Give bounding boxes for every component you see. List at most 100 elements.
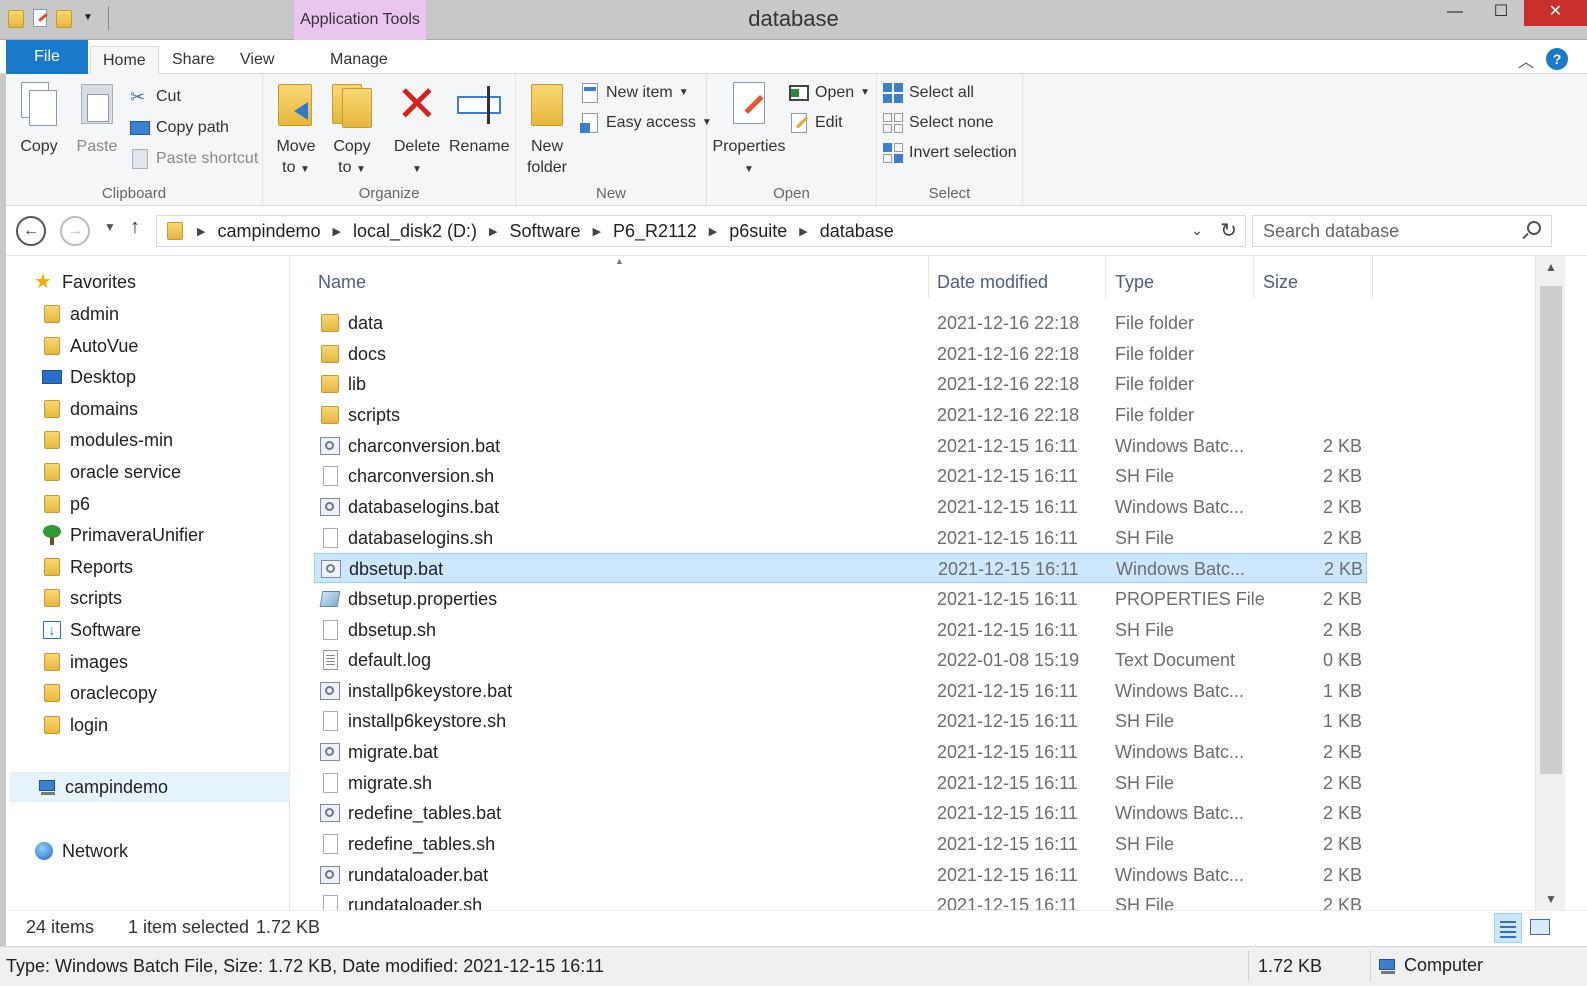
column-divider[interactable] (1253, 256, 1254, 298)
tab-view[interactable]: View (228, 46, 286, 74)
breadcrumb[interactable]: ▶ campindemo ▶ local_disk2 (D:) ▶ Software ▶ P… (156, 215, 1246, 247)
table-row[interactable]: rundataloader.sh 2021-12-15 16:11 SH File 2… (314, 890, 1367, 910)
tab-manage[interactable]: Manage (318, 46, 400, 74)
nav-network[interactable]: Network (34, 836, 128, 866)
chevron-right-icon[interactable]: ▶ (197, 225, 205, 238)
select-all-button[interactable]: Select all (883, 80, 974, 106)
table-row[interactable]: dbsetup.sh 2021-12-15 16:11 SH File 2 KB (314, 615, 1367, 645)
nav-item[interactable]: Reports (42, 552, 133, 582)
search-input[interactable]: Search database (1252, 215, 1552, 247)
tab-share[interactable]: Share (160, 46, 227, 74)
close-button[interactable]: ✕ (1524, 0, 1587, 26)
back-button[interactable]: ← (16, 216, 46, 246)
column-header-date[interactable]: Date modified (937, 266, 1048, 298)
up-button[interactable]: ↑ (130, 216, 140, 239)
easy-access-button[interactable]: Easy access ▼ (580, 110, 712, 136)
nav-item[interactable]: images (42, 647, 128, 677)
copy-path-button[interactable]: Copy path (130, 115, 229, 141)
table-row[interactable]: dbsetup.properties 2021-12-15 16:11 PROPER… (314, 584, 1367, 614)
table-row[interactable]: migrate.sh 2021-12-15 16:11 SH File 2 KB (314, 768, 1367, 798)
vertical-scrollbar[interactable]: ▲ ▼ (1535, 256, 1565, 910)
cut-button[interactable]: ✂ Cut (130, 84, 181, 110)
search-icon[interactable] (1527, 221, 1541, 235)
nav-item[interactable]: admin (42, 299, 119, 329)
nav-item[interactable]: ↓ Software (42, 615, 141, 645)
tab-file[interactable]: File (6, 40, 88, 74)
breadcrumb-item[interactable]: p6suite (729, 221, 787, 242)
column-header-size[interactable]: Size (1263, 266, 1298, 298)
nav-item[interactable]: oraclecopy (42, 678, 157, 708)
paste-button[interactable]: Paste (72, 80, 122, 157)
table-row[interactable]: redefine_tables.sh 2021-12-15 16:11 SH Fil… (314, 829, 1367, 859)
table-row[interactable]: installp6keystore.bat 2021-12-15 16:11 Win… (314, 676, 1367, 706)
nav-item[interactable]: domains (42, 394, 138, 424)
scroll-down-icon[interactable]: ▼ (1536, 892, 1566, 906)
table-row[interactable]: scripts 2021-12-16 22:18 File folder (314, 400, 1367, 430)
nav-item[interactable]: AutoVue (42, 331, 138, 361)
rename-button[interactable]: Rename (449, 80, 509, 157)
table-row[interactable]: charconversion.bat 2021-12-15 16:11 Window… (314, 431, 1367, 461)
table-row[interactable]: installp6keystore.sh 2021-12-15 16:11 SH F… (314, 706, 1367, 736)
breadcrumb-item[interactable]: local_disk2 (D:) (353, 221, 477, 242)
delete-button[interactable]: ✕ Delete ▼ (389, 79, 445, 180)
select-none-button[interactable]: Select none (883, 110, 994, 136)
forward-button[interactable]: → (60, 216, 90, 246)
table-row[interactable]: charconversion.sh 2021-12-15 16:11 SH File… (314, 461, 1367, 491)
breadcrumb-item[interactable]: database (820, 221, 894, 242)
new-item-button[interactable]: New item ▼ (580, 80, 689, 106)
paste-shortcut-button[interactable]: Paste shortcut (130, 146, 258, 172)
nav-computer[interactable]: campindemo (10, 772, 290, 802)
open-button[interactable]: Open ▼ (789, 80, 870, 106)
chevron-right-icon[interactable]: ▶ (593, 225, 601, 238)
table-row-selected[interactable]: dbsetup.bat 2021-12-15 16:11 Windows Batc.… (314, 553, 1367, 584)
column-header-name[interactable]: Name (318, 266, 366, 298)
table-row[interactable]: rundataloader.bat 2021-12-15 16:11 Windows… (314, 860, 1367, 890)
move-to-button[interactable]: Move to ▼ (271, 80, 321, 180)
breadcrumb-item[interactable]: P6_R2112 (613, 221, 697, 242)
chevron-right-icon[interactable]: ▶ (799, 225, 807, 238)
column-header-type[interactable]: Type (1115, 266, 1154, 298)
breadcrumb-item[interactable]: campindemo (217, 221, 320, 242)
details-view-icon[interactable] (1494, 913, 1522, 943)
column-divider[interactable] (1372, 256, 1373, 298)
table-row[interactable]: databaselogins.sh 2021-12-15 16:11 SH File… (314, 523, 1367, 553)
table-row[interactable]: databaselogins.bat 2021-12-15 16:11 Window… (314, 492, 1367, 522)
table-row[interactable]: redefine_tables.bat 2021-12-15 16:11 Windo… (314, 798, 1367, 828)
large-icons-view-icon[interactable] (1526, 913, 1554, 943)
column-divider[interactable] (928, 256, 929, 298)
nav-item[interactable]: PrimaveraUnifier (42, 520, 204, 550)
copy-to-button[interactable]: Copy to ▼ (327, 80, 377, 180)
copy-button[interactable]: Copy (14, 80, 64, 157)
minimize-button[interactable]: — (1432, 0, 1478, 26)
address-history-dropdown[interactable]: ⌄ (1191, 222, 1203, 239)
invert-selection-button[interactable]: Invert selection (883, 140, 1017, 166)
maximize-button[interactable]: ☐ (1478, 0, 1524, 26)
nav-item[interactable]: oracle service (42, 457, 181, 487)
recent-locations-dropdown[interactable]: ▼ (104, 220, 116, 234)
breadcrumb-item[interactable]: Software (510, 221, 581, 242)
tab-home[interactable]: Home (90, 46, 159, 75)
table-row[interactable]: migrate.bat 2021-12-15 16:11 Windows Batc.… (314, 737, 1367, 767)
column-divider[interactable] (1105, 256, 1106, 298)
properties-button[interactable]: Properties ▼ (711, 80, 787, 180)
table-row[interactable]: default.log 2022-01-08 15:19 Text Document… (314, 645, 1367, 675)
nav-item[interactable]: Desktop (42, 362, 136, 392)
nav-favorites[interactable]: ★ Favorites (34, 267, 136, 297)
nav-item[interactable]: modules-min (42, 425, 173, 455)
nav-item[interactable]: scripts (42, 583, 122, 613)
table-row[interactable]: lib 2021-12-16 22:18 File folder (314, 369, 1367, 399)
scroll-up-icon[interactable]: ▲ (1536, 260, 1566, 274)
chevron-right-icon[interactable]: ▶ (333, 225, 341, 238)
edit-button[interactable]: Edit (789, 110, 843, 136)
new-folder-button[interactable]: New folder (522, 80, 572, 178)
collapse-ribbon-icon[interactable]: ︿ (1518, 48, 1534, 72)
table-row[interactable]: data 2021-12-16 22:18 File folder (314, 308, 1367, 338)
nav-item[interactable]: login (42, 710, 108, 740)
help-icon[interactable]: ? (1546, 48, 1568, 70)
chevron-right-icon[interactable]: ▶ (709, 225, 717, 238)
refresh-icon[interactable]: ↻ (1220, 218, 1237, 243)
nav-item[interactable]: p6 (42, 489, 90, 519)
table-row[interactable]: docs 2021-12-16 22:18 File folder (314, 339, 1367, 369)
scrollbar-thumb[interactable] (1540, 286, 1562, 774)
chevron-right-icon[interactable]: ▶ (489, 225, 497, 238)
